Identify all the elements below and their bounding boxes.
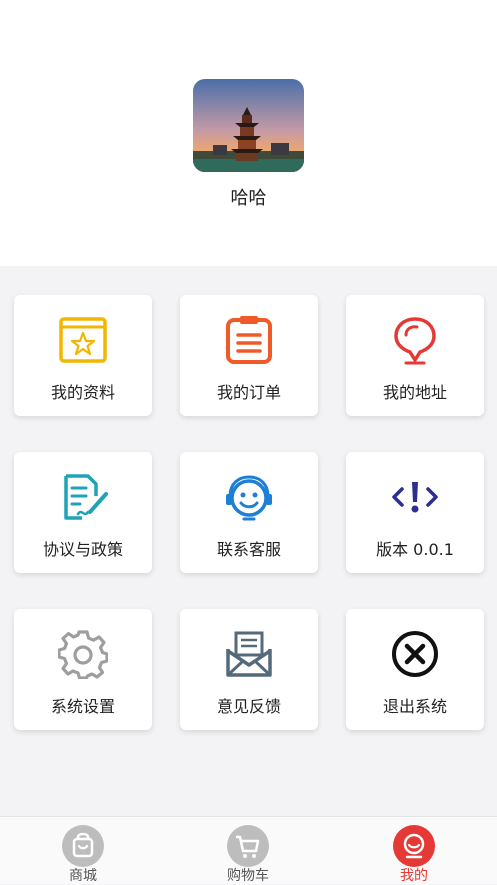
menu-item-address[interactable]: 我的地址	[346, 295, 484, 416]
feedback-mail-icon	[226, 631, 272, 677]
menu-item-version[interactable]: 版本 0.0.1	[346, 452, 484, 573]
menu-item-feedback[interactable]: 意见反馈	[180, 609, 318, 730]
menu-item-label: 系统设置	[50, 697, 115, 716]
avatar[interactable]	[193, 79, 304, 172]
bottom-tab-bar: 商城 购物车 我的	[0, 816, 497, 884]
tab-label: 我的	[400, 868, 428, 884]
close-circle-icon	[392, 631, 438, 677]
order-list-icon	[226, 316, 272, 364]
user-icon	[393, 825, 435, 867]
gear-icon	[58, 630, 108, 679]
menu-item-label: 协议与政策	[42, 540, 123, 559]
customer-service-icon	[226, 475, 272, 521]
menu-item-policy[interactable]: 协议与政策	[14, 452, 152, 573]
cart-icon	[227, 825, 269, 867]
tab-label: 购物车	[227, 868, 269, 884]
version-info-icon	[392, 482, 438, 513]
menu-item-label: 我的地址	[382, 383, 447, 402]
menu-item-customer-service[interactable]: 联系客服	[180, 452, 318, 573]
menu-item-profile[interactable]: 我的资料	[14, 295, 152, 416]
menu-item-label: 版本 0.0.1	[376, 540, 454, 559]
tab-mall[interactable]: 商城	[23, 817, 143, 884]
menu-item-label: 联系客服	[216, 540, 281, 559]
menu-item-label: 退出系统	[382, 697, 447, 716]
document-sign-icon	[64, 474, 108, 520]
tab-cart[interactable]: 购物车	[188, 817, 308, 884]
tab-mine[interactable]: 我的	[354, 817, 474, 884]
location-pin-icon	[394, 317, 436, 365]
menu-item-orders[interactable]: 我的订单	[180, 295, 318, 416]
username: 哈哈	[230, 188, 267, 209]
profile-card-icon	[59, 317, 107, 363]
tab-label: 商城	[69, 868, 97, 884]
menu-item-settings[interactable]: 系统设置	[14, 609, 152, 730]
shopping-bag-icon	[62, 825, 104, 867]
menu-item-logout[interactable]: 退出系统	[346, 609, 484, 730]
menu-item-label: 意见反馈	[216, 697, 281, 716]
profile-header: 哈哈	[0, 0, 497, 266]
menu-item-label: 我的资料	[50, 383, 115, 402]
menu-item-label: 我的订单	[216, 383, 281, 402]
